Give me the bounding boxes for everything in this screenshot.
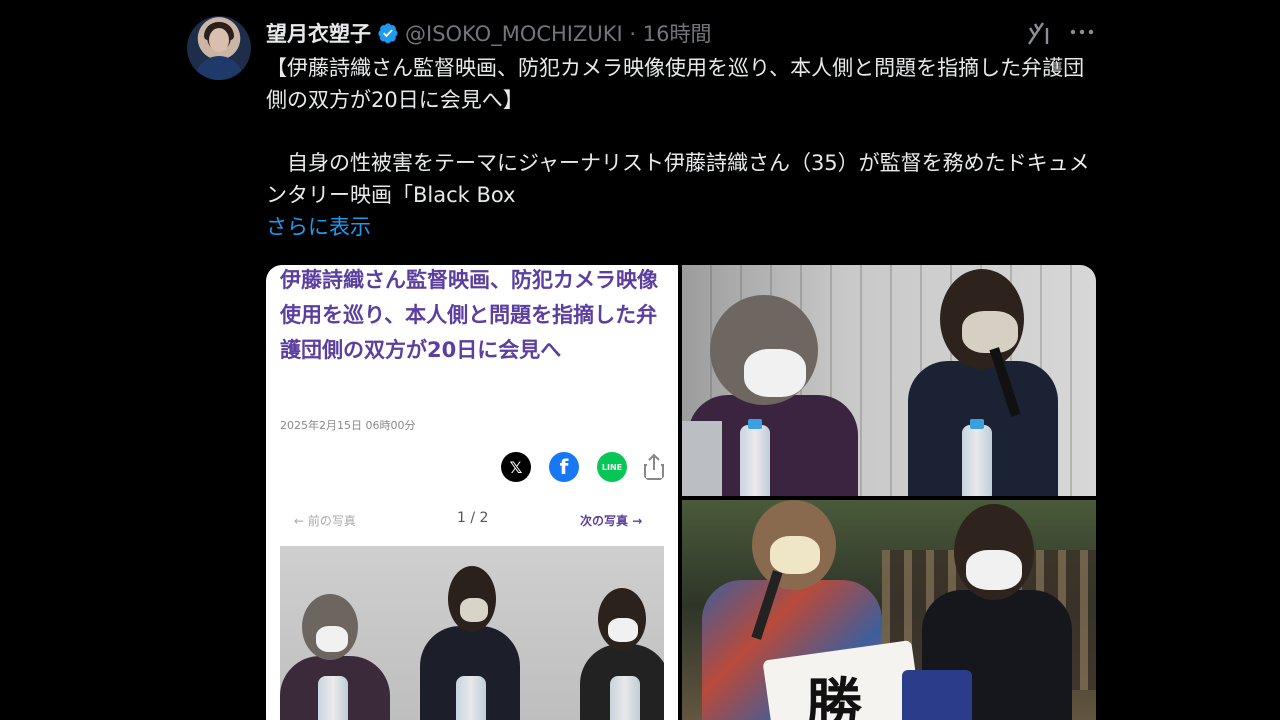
prev-photo-label: 前の写真	[307, 514, 356, 528]
next-photo-label: 次の写真	[580, 514, 629, 528]
x-icon: 𝕏	[501, 452, 531, 482]
photo-counter: 1 / 2	[457, 510, 489, 526]
line-glyph: LINE	[601, 462, 623, 472]
verified-badge-icon	[378, 23, 398, 44]
facebook-icon: f	[549, 452, 579, 482]
avatar[interactable]	[187, 16, 251, 80]
line-icon: LINE	[597, 452, 627, 482]
post-text-headline: 【伊藤詩織さん監督映画、防犯カメラ映像使用を巡り、本人側と問題を指摘した弁護団側…	[266, 56, 1085, 112]
more-icon[interactable]	[1068, 20, 1096, 44]
grok-icon[interactable]	[1026, 20, 1054, 46]
prev-photo-link: ← 前の写真	[294, 514, 356, 528]
facebook-glyph: f	[559, 455, 569, 479]
courthouse-photo[interactable]: 勝	[682, 500, 1096, 720]
article-screenshot[interactable]: 伊藤詩織さん監督映画、防犯カメラ映像使用を巡り、本人側と問題を指摘した弁護団側の…	[266, 265, 678, 720]
article-date: 2025年2月15日 06時00分	[280, 419, 416, 432]
x-glyph: 𝕏	[509, 457, 523, 477]
display-name[interactable]: 望月衣塑子	[266, 18, 371, 48]
article-title: 伊藤詩織さん監督映画、防犯カメラ映像使用を巡り、本人側と問題を指摘した弁護団側の…	[280, 268, 658, 362]
show-more-link[interactable]: さらに表示	[266, 211, 371, 243]
post-header: 望月衣塑子 @ISOKO_MOCHIZUKI · 16時間	[266, 18, 711, 48]
media-grid: 伊藤詩織さん監督映画、防犯カメラ映像使用を巡り、本人側と問題を指摘した弁護団側の…	[266, 265, 1096, 720]
press-conference-photo[interactable]	[682, 265, 1096, 496]
share-icon	[644, 453, 664, 480]
next-photo-link: 次の写真 →	[580, 514, 643, 528]
handle-and-time[interactable]: @ISOKO_MOCHIZUKI · 16時間	[405, 18, 711, 48]
post-text-body: 自身の性被害をテーマにジャーナリスト伊藤詩織さん（35）が監督を務めたドキュメン…	[266, 151, 1090, 207]
article-press-photo	[280, 546, 664, 720]
sign-character: 勝	[806, 672, 862, 720]
